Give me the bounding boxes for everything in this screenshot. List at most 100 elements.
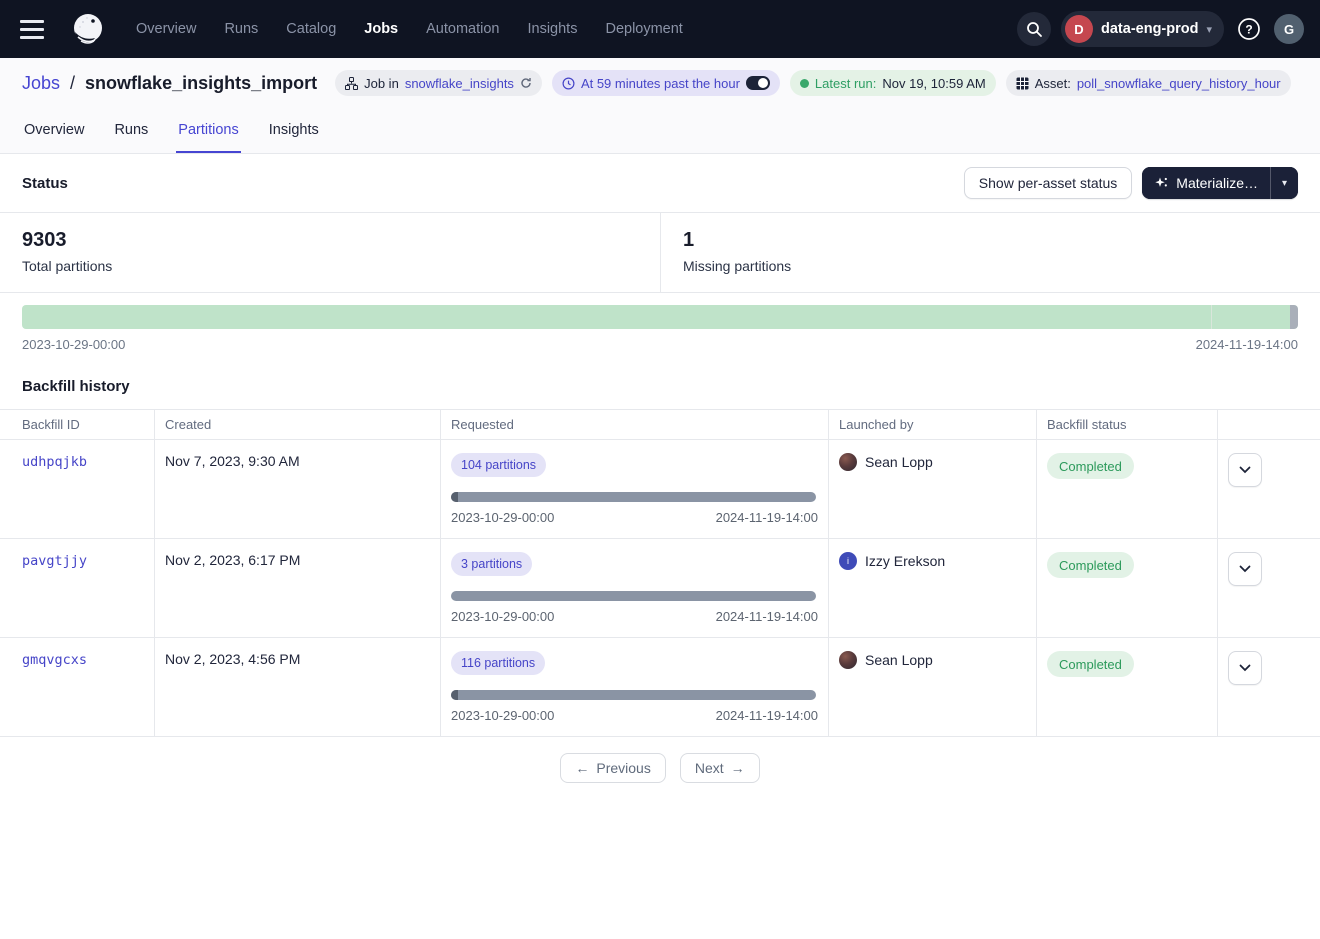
job-graph-icon xyxy=(345,77,358,90)
status-header-row: Status Show per-asset status Materialize… xyxy=(0,154,1320,212)
partition-range-start: 2023-10-29-00:00 xyxy=(22,337,125,352)
schedule-toggle[interactable] xyxy=(746,76,770,90)
run-status-dot xyxy=(800,79,809,88)
nav-item-overview[interactable]: Overview xyxy=(136,21,196,37)
search-button[interactable] xyxy=(1017,12,1051,46)
nav-item-catalog[interactable]: Catalog xyxy=(286,21,336,37)
previous-page-button[interactable]: ← Previous xyxy=(560,753,665,783)
deployment-switcher[interactable]: D data-eng-prod ▾ xyxy=(1061,11,1224,47)
chevron-down-icon: ▾ xyxy=(1206,23,1212,36)
materialize-label: Materialize… xyxy=(1176,175,1258,191)
user-avatar xyxy=(839,651,857,669)
launched-by-cell: Sean Lopp xyxy=(839,453,1026,471)
requested-cell: 3 partitions 2023-10-29-00:00 2024-11-19… xyxy=(441,539,829,637)
total-partitions-stat: 9303 Total partitions xyxy=(0,213,660,292)
partition-segment-divider xyxy=(1211,305,1212,329)
nav-item-jobs[interactable]: Jobs xyxy=(364,21,398,37)
hamburger-menu-icon[interactable] xyxy=(20,15,48,43)
svg-text:?: ? xyxy=(1245,23,1252,37)
backfill-progress-bar xyxy=(451,690,816,700)
launched-by-cell: i Izzy Erekson xyxy=(839,552,1026,570)
requested-cell: 116 partitions 2023-10-29-00:00 2024-11-… xyxy=(441,638,829,736)
top-navbar: Overview Runs Catalog Jobs Automation In… xyxy=(0,0,1320,58)
partition-count-badge[interactable]: 104 partitions xyxy=(451,453,546,477)
partition-range-labels: 2023-10-29-00:00 2024-11-19-14:00 xyxy=(22,337,1298,352)
row-menu-button[interactable] xyxy=(1228,453,1262,487)
tab-overview[interactable]: Overview xyxy=(22,108,86,153)
latest-run-time[interactable]: Nov 19, 10:59 AM xyxy=(882,76,985,91)
partition-health-bar[interactable] xyxy=(22,305,1298,329)
partition-health: 2023-10-29-00:00 2024-11-19-14:00 xyxy=(0,293,1320,352)
status-actions: Show per-asset status Materialize… ▾ xyxy=(964,167,1298,199)
page-title: snowflake_insights_import xyxy=(85,73,317,94)
total-partitions-label: Total partitions xyxy=(22,258,638,274)
launched-by-cell: Sean Lopp xyxy=(839,651,1026,669)
nav-item-automation[interactable]: Automation xyxy=(426,21,499,37)
asset-badge: Asset: poll_snowflake_query_history_hour xyxy=(1006,70,1291,96)
materialize-button-group: Materialize… ▾ xyxy=(1142,167,1298,199)
help-icon: ? xyxy=(1236,16,1262,42)
row-menu-button[interactable] xyxy=(1228,651,1262,685)
backfill-range-end: 2024-11-19-14:00 xyxy=(716,609,818,624)
launched-by-name: Izzy Erekson xyxy=(865,553,945,569)
next-page-button[interactable]: Next → xyxy=(680,753,760,783)
chevron-down-icon xyxy=(1239,565,1251,573)
missing-partitions-value: 1 xyxy=(683,229,1298,252)
user-avatar[interactable]: G xyxy=(1274,14,1304,44)
nav-item-insights[interactable]: Insights xyxy=(527,21,577,37)
missing-partition-segment xyxy=(1290,305,1298,329)
chevron-down-icon xyxy=(1239,466,1251,474)
row-menu-button[interactable] xyxy=(1228,552,1262,586)
created-cell: Nov 7, 2023, 9:30 AM xyxy=(155,440,441,538)
code-location-link[interactable]: snowflake_insights xyxy=(405,76,514,91)
help-button[interactable]: ? xyxy=(1234,14,1264,44)
col-backfill-id: Backfill ID xyxy=(0,410,155,439)
launched-by-name: Sean Lopp xyxy=(865,652,933,668)
job-location-badge: Job in snowflake_insights xyxy=(335,70,542,96)
backfill-id-link[interactable]: pavgtjjy xyxy=(22,553,87,569)
dagster-logo[interactable] xyxy=(68,9,108,49)
navbar-right: D data-eng-prod ▾ ? G xyxy=(1017,11,1304,47)
search-icon xyxy=(1025,20,1043,38)
materialize-button[interactable]: Materialize… xyxy=(1142,167,1270,199)
status-badge: Completed xyxy=(1047,552,1134,578)
previous-label: Previous xyxy=(596,760,650,776)
col-requested: Requested xyxy=(441,410,829,439)
schedule-badge: At 59 minutes past the hour xyxy=(552,70,780,96)
backfill-id-link[interactable]: gmqvgcxs xyxy=(22,652,87,668)
breadcrumb-jobs-link[interactable]: Jobs xyxy=(22,73,60,94)
materialize-dropdown-button[interactable]: ▾ xyxy=(1270,167,1298,199)
nav-links: Overview Runs Catalog Jobs Automation In… xyxy=(136,21,683,37)
backfill-range-end: 2024-11-19-14:00 xyxy=(716,510,818,525)
tab-partitions[interactable]: Partitions xyxy=(176,108,240,153)
col-created: Created xyxy=(155,410,441,439)
deployment-name: data-eng-prod xyxy=(1101,21,1198,37)
reload-icon[interactable] xyxy=(520,77,532,89)
missing-partitions-label: Missing partitions xyxy=(683,258,1298,274)
asset-link[interactable]: poll_snowflake_query_history_hour xyxy=(1077,76,1281,91)
partition-stats: 9303 Total partitions 1 Missing partitio… xyxy=(0,212,1320,293)
show-per-asset-status-button[interactable]: Show per-asset status xyxy=(964,167,1133,199)
total-partitions-value: 9303 xyxy=(22,229,638,252)
backfill-history-table: Backfill ID Created Requested Launched b… xyxy=(0,409,1320,737)
backfill-progress-bar xyxy=(451,591,816,601)
chevron-down-icon xyxy=(1239,664,1251,672)
partition-count-badge[interactable]: 3 partitions xyxy=(451,552,532,576)
latest-run-label: Latest run: xyxy=(815,76,876,91)
pagination: ← Previous Next → xyxy=(0,737,1320,823)
arrow-left-icon: ← xyxy=(575,760,589,776)
nav-item-deployment[interactable]: Deployment xyxy=(605,21,682,37)
partition-count-badge[interactable]: 116 partitions xyxy=(451,651,545,675)
backfill-id-link[interactable]: udhpqjkb xyxy=(22,454,87,470)
asset-grid-icon xyxy=(1016,77,1029,90)
nav-item-runs[interactable]: Runs xyxy=(224,21,258,37)
partition-range-end: 2024-11-19-14:00 xyxy=(1196,337,1298,352)
backfill-range-start: 2023-10-29-00:00 xyxy=(451,609,554,624)
backfill-range-start: 2023-10-29-00:00 xyxy=(451,708,554,723)
col-backfill-status: Backfill status xyxy=(1037,410,1218,439)
tab-runs[interactable]: Runs xyxy=(112,108,150,153)
table-header-row: Backfill ID Created Requested Launched b… xyxy=(0,409,1320,440)
arrow-right-icon: → xyxy=(731,760,745,776)
latest-run-badge: Latest run: Nov 19, 10:59 AM xyxy=(790,70,996,96)
tab-insights[interactable]: Insights xyxy=(267,108,321,153)
